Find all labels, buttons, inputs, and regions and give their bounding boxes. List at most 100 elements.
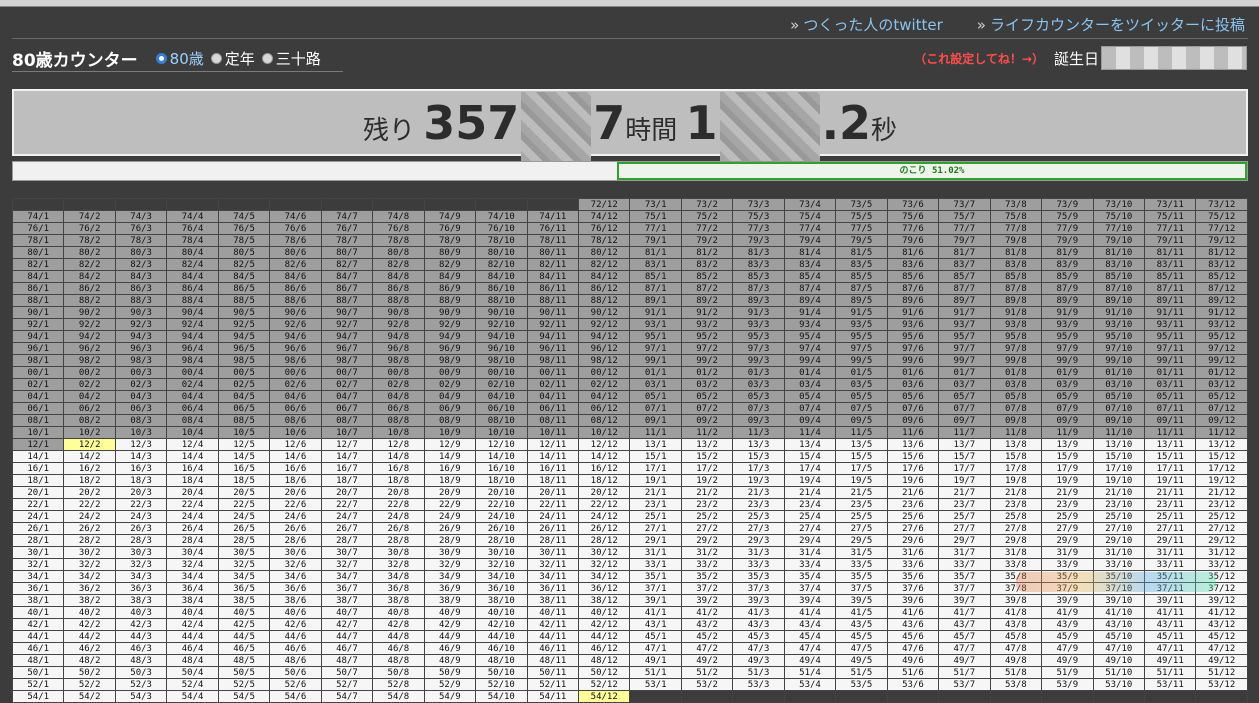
calendar-month-cell: 89/8 bbox=[989, 294, 1043, 307]
calendar-month-cell: 93/2 bbox=[680, 318, 734, 331]
calendar-month-cell: 50/4 bbox=[166, 666, 219, 679]
calendar-month-cell: 12/7 bbox=[320, 438, 374, 451]
mode-radio-thirty[interactable]: 三十路 bbox=[261, 48, 321, 69]
calendar-month-cell: 07/12 bbox=[1195, 402, 1248, 415]
calendar-month-cell: 88/3 bbox=[114, 294, 168, 307]
link-post-to-twitter[interactable]: ライフカウンターをツイッターに投稿 bbox=[990, 16, 1245, 34]
calendar-month-cell: 22/4 bbox=[166, 498, 219, 511]
calendar-month-cell: 80/4 bbox=[166, 246, 219, 259]
calendar-month-cell: 33/10 bbox=[1092, 558, 1145, 571]
calendar-month-cell: 00/8 bbox=[372, 366, 425, 379]
calendar-month-cell: 13/2 bbox=[680, 438, 734, 451]
header-link-twitter[interactable]: » つくった人のtwitter bbox=[790, 14, 943, 35]
calendar-month-cell: 82/10 bbox=[475, 258, 528, 271]
calendar-month-cell: 89/12 bbox=[1195, 294, 1248, 307]
calendar-month-cell: 81/1 bbox=[629, 246, 682, 259]
calendar-month-cell: 83/9 bbox=[1041, 258, 1094, 271]
calendar-month-cell: 91/7 bbox=[938, 306, 991, 319]
calendar-month-cell: 41/4 bbox=[783, 606, 837, 619]
calendar-month-cell: 34/2 bbox=[63, 570, 116, 583]
calendar-month-cell: 87/10 bbox=[1092, 282, 1145, 295]
mode-radio-retirement[interactable]: 定年 bbox=[210, 48, 255, 69]
birthday-input[interactable] bbox=[1101, 46, 1247, 70]
calendar-month-cell: 89/9 bbox=[1041, 294, 1094, 307]
calendar-month-cell: 43/9 bbox=[1041, 618, 1094, 631]
calendar-month-cell: 49/10 bbox=[1092, 654, 1145, 667]
calendar-month-cell: 19/7 bbox=[938, 474, 991, 487]
calendar-month-cell: 80/1 bbox=[11, 246, 65, 259]
calendar-month-cell: 42/10 bbox=[475, 618, 528, 631]
calendar-month-cell: 48/9 bbox=[423, 654, 477, 667]
calendar-month-cell: 90/6 bbox=[269, 306, 322, 319]
calendar-month-cell: 95/8 bbox=[989, 330, 1043, 343]
calendar-month-cell: 24/9 bbox=[423, 510, 477, 523]
calendar-row: 42/1 42/2 42/3 42/4 42/5 42/6 42/7 42/8 42/9 42/1… bbox=[11, 618, 1248, 631]
radio-icon[interactable] bbox=[210, 53, 222, 64]
calendar-month-cell: 03/9 bbox=[1041, 378, 1094, 391]
calendar-month-cell: 21/2 bbox=[680, 486, 734, 499]
calendar-month-cell: 07/9 bbox=[1041, 402, 1094, 415]
calendar-month-cell: 86/4 bbox=[166, 282, 219, 295]
calendar-month-cell: 53/6 bbox=[886, 678, 940, 691]
calendar-month-cell: 10/2 bbox=[63, 426, 116, 439]
calendar-month-cell: 49/3 bbox=[732, 654, 785, 667]
calendar-month-cell: 34/11 bbox=[526, 570, 579, 583]
calendar-month-cell: 95/10 bbox=[1092, 330, 1145, 343]
calendar-month-cell: 11/10 bbox=[1092, 426, 1145, 439]
calendar-month-cell: 05/1 bbox=[629, 390, 682, 403]
calendar-month-cell: 34/7 bbox=[320, 570, 374, 583]
calendar-blank-cell bbox=[835, 690, 888, 703]
calendar-month-cell: 38/4 bbox=[166, 594, 219, 607]
calendar-month-cell: 40/10 bbox=[475, 606, 528, 619]
calendar-month-cell: 05/2 bbox=[680, 390, 734, 403]
link-creator-twitter[interactable]: つくった人のtwitter bbox=[803, 16, 942, 34]
calendar-month-cell: 53/11 bbox=[1143, 678, 1197, 691]
calendar-month-cell: 79/9 bbox=[1041, 234, 1094, 247]
calendar-month-cell: 86/6 bbox=[269, 282, 322, 295]
calendar-month-cell: 05/6 bbox=[886, 390, 940, 403]
calendar-month-cell: 91/2 bbox=[680, 306, 734, 319]
calendar-month-cell: 37/4 bbox=[783, 582, 837, 595]
calendar-month-cell: 84/5 bbox=[217, 270, 271, 283]
calendar-month-cell: 76/2 bbox=[63, 222, 116, 235]
calendar-month-cell: 15/11 bbox=[1143, 450, 1197, 463]
calendar-month-cell: 85/8 bbox=[989, 270, 1043, 283]
header-link-post[interactable]: » ライフカウンターをツイッターに投稿 bbox=[977, 14, 1245, 35]
calendar-month-cell: 23/12 bbox=[1195, 498, 1248, 511]
calendar-row: 46/1 46/2 46/3 46/4 46/5 46/6 46/7 46/8 46/9 46/1… bbox=[11, 642, 1248, 655]
calendar-month-cell: 99/4 bbox=[783, 354, 837, 367]
calendar-month-cell: 45/1 bbox=[629, 630, 682, 643]
calendar-month-cell: 42/4 bbox=[166, 618, 219, 631]
calendar-month-cell: 20/12 bbox=[577, 486, 631, 499]
calendar-month-cell: 95/1 bbox=[629, 330, 682, 343]
calendar-month-cell: 84/1 bbox=[11, 270, 65, 283]
calendar-month-cell: 45/2 bbox=[680, 630, 734, 643]
calendar-month-cell: 01/9 bbox=[1041, 366, 1094, 379]
calendar-month-cell: 06/8 bbox=[372, 402, 425, 415]
calendar-month-cell: 80/5 bbox=[217, 246, 271, 259]
radio-icon[interactable] bbox=[261, 53, 273, 64]
calendar-month-cell: 25/4 bbox=[783, 510, 837, 523]
calendar-month-cell: 09/8 bbox=[989, 414, 1043, 427]
calendar-month-cell: 20/2 bbox=[63, 486, 116, 499]
calendar-month-cell: 98/3 bbox=[114, 354, 168, 367]
calendar-month-cell: 18/10 bbox=[475, 474, 528, 487]
calendar-month-cell: 54/1 bbox=[11, 690, 65, 703]
mode-radio-80[interactable]: 80歳 bbox=[155, 48, 204, 69]
calendar-month-cell: 27/10 bbox=[1092, 522, 1145, 535]
calendar-month-cell: 16/11 bbox=[526, 462, 579, 475]
calendar-month-cell: 03/3 bbox=[732, 378, 785, 391]
calendar-month-cell: 07/10 bbox=[1092, 402, 1145, 415]
calendar-month-cell: 25/5 bbox=[835, 510, 888, 523]
calendar-month-cell: 03/11 bbox=[1143, 378, 1197, 391]
calendar-month-cell: 45/9 bbox=[1041, 630, 1094, 643]
calendar-month-cell: 92/2 bbox=[63, 318, 116, 331]
calendar-month-cell: 40/12 bbox=[577, 606, 631, 619]
calendar-month-cell: 32/3 bbox=[114, 558, 168, 571]
divider bbox=[12, 38, 1248, 39]
calendar-month-cell: 97/5 bbox=[835, 342, 888, 355]
calendar-month-cell: 16/3 bbox=[114, 462, 168, 475]
radio-selected-icon[interactable] bbox=[155, 53, 167, 64]
calendar-month-cell: 07/7 bbox=[938, 402, 991, 415]
redacted-block bbox=[521, 91, 592, 162]
